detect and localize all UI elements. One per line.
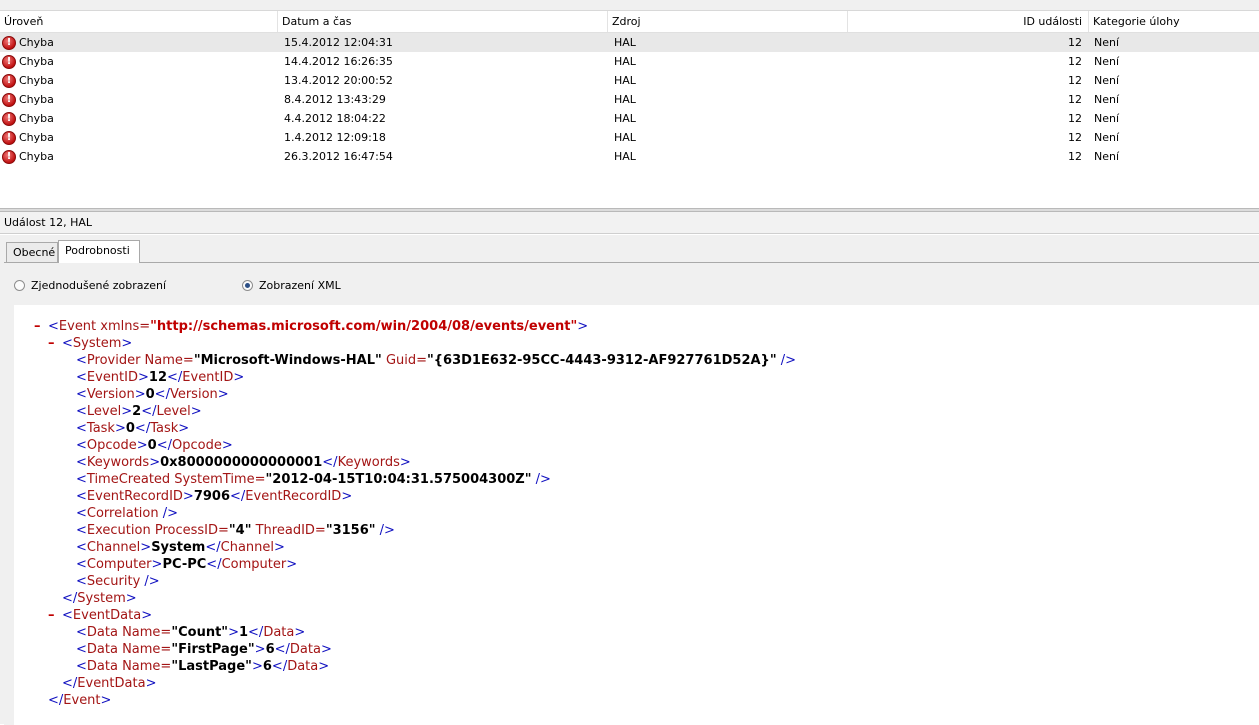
xml-level: <Level>2</Level>: [76, 404, 202, 419]
level-cell: Chyba: [19, 55, 54, 68]
xml-security: <Security />: [76, 574, 160, 589]
xml-data-firstpage: <Data Name="FirstPage">6</Data>: [76, 642, 332, 657]
xml-timecreated: <TimeCreated SystemTime="2012-04-15T10:0…: [76, 472, 551, 487]
level-cell: Chyba: [19, 150, 54, 163]
category-cell: Není: [1094, 93, 1120, 106]
column-header-source[interactable]: Zdroj: [608, 11, 848, 32]
date-cell: 4.4.2012 18:04:22: [284, 112, 386, 125]
table-row[interactable]: ! Chyba 13.4.2012 20:00:52 HAL 12 Není: [0, 71, 1259, 90]
error-icon: !: [2, 92, 16, 107]
category-cell: Není: [1094, 55, 1120, 68]
column-header-event-id[interactable]: ID události: [848, 11, 1089, 32]
xml-recordid: <EventRecordID>7906</EventRecordID>: [76, 489, 353, 504]
xml-provider: <Provider Name="Microsoft-Windows-HAL" G…: [76, 353, 796, 368]
date-cell: 1.4.2012 12:09:18: [284, 131, 386, 144]
category-cell: Není: [1094, 112, 1120, 125]
event-grid-header: Úroveň Datum a čas Zdroj ID události Kat…: [0, 11, 1259, 33]
xml-keywords: <Keywords>0x8000000000000001</Keywords>: [76, 455, 411, 470]
xml-execution: <Execution ProcessID="4" ThreadID="3156"…: [76, 523, 395, 538]
tab-details[interactable]: Podrobnosti: [58, 240, 140, 263]
column-header-date[interactable]: Datum a čas: [278, 11, 608, 32]
xml-eventdata-open: – <EventData>: [48, 607, 153, 624]
table-row[interactable]: ! Chyba 8.4.2012 13:43:29 HAL 12 Není: [0, 90, 1259, 109]
date-cell: 14.4.2012 16:26:35: [284, 55, 393, 68]
source-cell: HAL: [614, 55, 636, 68]
level-cell: Chyba: [19, 131, 54, 144]
source-cell: HAL: [614, 74, 636, 87]
event-id-cell: 12: [1068, 74, 1082, 87]
xml-correlation: <Correlation />: [76, 506, 178, 521]
xml-event-close: </Event>: [48, 693, 112, 708]
date-cell: 15.4.2012 12:04:31: [284, 36, 393, 49]
xml-view: – <Event xmlns="http://schemas.microsoft.…: [14, 305, 1259, 725]
xml-opcode: <Opcode>0</Opcode>: [76, 438, 233, 453]
collapse-icon[interactable]: –: [48, 335, 62, 352]
table-row[interactable]: ! Chyba 4.4.2012 18:04:22 HAL 12 Není: [0, 109, 1259, 128]
xml-eventid: <EventID>12</EventID>: [76, 370, 245, 385]
radio-xml-view-label: Zobrazení XML: [259, 278, 341, 292]
source-cell: HAL: [614, 93, 636, 106]
table-row[interactable]: ! Chyba 1.4.2012 12:09:18 HAL 12 Není: [0, 128, 1259, 147]
event-id-cell: 12: [1068, 93, 1082, 106]
xml-eventdata-close: </EventData>: [62, 676, 157, 691]
xml-system-close: </System>: [62, 591, 137, 606]
level-cell: Chyba: [19, 93, 54, 106]
event-id-cell: 12: [1068, 112, 1082, 125]
category-cell: Není: [1094, 36, 1120, 49]
table-row[interactable]: ! Chyba 14.4.2012 16:26:35 HAL 12 Není: [0, 52, 1259, 71]
error-icon: !: [2, 54, 16, 69]
tab-general[interactable]: Obecné: [6, 242, 58, 262]
error-icon: !: [2, 73, 16, 88]
xml-system-open: – <System>: [48, 335, 133, 352]
category-cell: Není: [1094, 131, 1120, 144]
radio-simple-view-label: Zjednodušené zobrazení: [31, 278, 167, 292]
error-icon: !: [2, 149, 16, 164]
xml-task: <Task>0</Task>: [76, 421, 190, 436]
category-cell: Není: [1094, 150, 1120, 163]
table-row[interactable]: ! Chyba 15.4.2012 12:04:31 HAL 12 Není: [0, 33, 1259, 52]
error-icon: !: [2, 111, 16, 126]
date-cell: 26.3.2012 16:47:54: [284, 150, 393, 163]
event-id-cell: 12: [1068, 131, 1082, 144]
xml-version: <Version>0</Version>: [76, 387, 229, 402]
radio-simple-view[interactable]: [14, 279, 25, 291]
xml-view-option[interactable]: Zobrazení XML: [242, 277, 341, 293]
xml-event-open: – <Event xmlns="http://schemas.microsoft.…: [34, 318, 589, 335]
level-cell: Chyba: [19, 112, 54, 125]
column-header-task-category[interactable]: Kategorie úlohy: [1089, 11, 1259, 32]
event-id-cell: 12: [1068, 150, 1082, 163]
details-panel: Zjednodušené zobrazení Zobrazení XML – <E…: [4, 262, 1259, 725]
source-cell: HAL: [614, 112, 636, 125]
date-cell: 8.4.2012 13:43:29: [284, 93, 386, 106]
table-row[interactable]: ! Chyba 26.3.2012 16:47:54 HAL 12 Není: [0, 147, 1259, 166]
xml-data-lastpage: <Data Name="LastPage">6</Data>: [76, 659, 330, 674]
xml-computer: <Computer>PC-PC</Computer>: [76, 557, 298, 572]
xml-channel: <Channel>System</Channel>: [76, 540, 285, 555]
category-cell: Není: [1094, 74, 1120, 87]
event-id-cell: 12: [1068, 55, 1082, 68]
simple-view-option[interactable]: Zjednodušené zobrazení: [14, 277, 166, 293]
source-cell: HAL: [614, 36, 636, 49]
source-cell: HAL: [614, 150, 636, 163]
xml-data-count: <Data Name="Count">1</Data>: [76, 625, 306, 640]
toolbar-strip: [0, 0, 1259, 11]
error-icon: !: [2, 130, 16, 145]
error-icon: !: [2, 35, 16, 50]
date-cell: 13.4.2012 20:00:52: [284, 74, 393, 87]
event-list: ! Chyba 15.4.2012 12:04:31 HAL 12 Není ! C…: [0, 33, 1259, 166]
collapse-icon[interactable]: –: [48, 607, 62, 624]
collapse-icon[interactable]: –: [34, 318, 48, 335]
radio-xml-view[interactable]: [242, 279, 253, 291]
level-cell: Chyba: [19, 74, 54, 87]
column-header-level[interactable]: Úroveň: [0, 11, 278, 32]
event-id-cell: 12: [1068, 36, 1082, 49]
level-cell: Chyba: [19, 36, 54, 49]
source-cell: HAL: [614, 131, 636, 144]
event-detail-title: Událost 12, HAL: [0, 212, 1259, 234]
event-detail-pane: Obecné Podrobnosti Zjednodušené zobrazen…: [0, 235, 1259, 725]
